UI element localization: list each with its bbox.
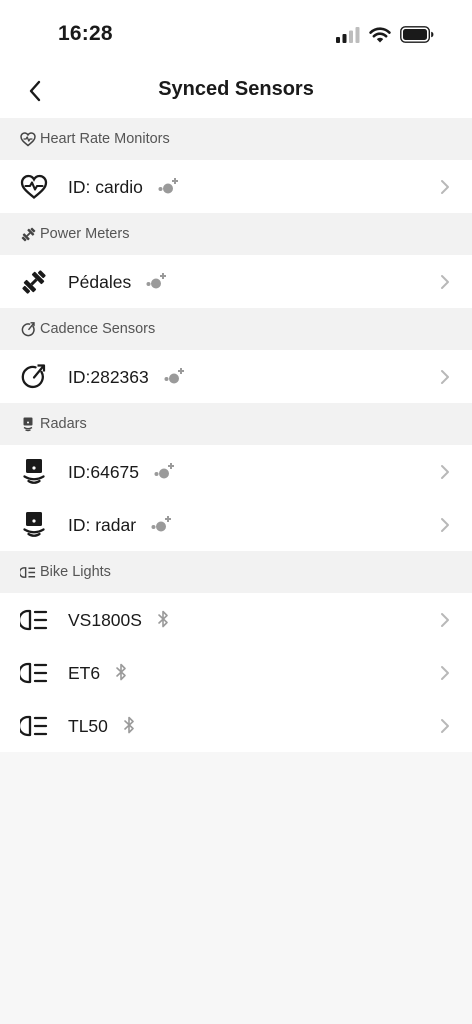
- heart-pulse-icon: [20, 131, 36, 147]
- sensor-name: ID:64675: [68, 462, 176, 483]
- sensor-name: ID:282363: [68, 367, 186, 388]
- chevron-right-icon: [441, 613, 449, 627]
- sensor-row-64675[interactable]: ID:64675: [0, 445, 472, 498]
- section-header-power-meters: Power Meters: [0, 213, 472, 255]
- sensor-row-pedales[interactable]: Pédales: [0, 255, 472, 308]
- wifi-icon: [369, 26, 391, 42]
- section-label: Radars: [40, 416, 87, 432]
- chevron-right-icon: [441, 180, 449, 194]
- sensor-name: Pédales: [68, 272, 168, 293]
- chevron-right-icon: [441, 666, 449, 680]
- bluetooth-icon: [116, 664, 126, 681]
- heart-pulse-icon: [20, 173, 48, 201]
- bluetooth-icon: [123, 717, 134, 734]
- ant-plus-icon: [158, 178, 178, 194]
- chevron-right-icon: [441, 518, 449, 532]
- bike-light-icon: [20, 712, 48, 740]
- radar-icon: [20, 416, 36, 432]
- sensor-row-cardio[interactable]: ID: cardio: [0, 160, 472, 213]
- cadence-icon: [20, 321, 36, 337]
- sensor-name: ET6: [68, 663, 127, 684]
- radar-icon: [20, 511, 48, 539]
- page-title: Synced Sensors: [158, 78, 314, 100]
- dumbbell-icon: [20, 268, 48, 296]
- section-header-bike-lights: Bike Lights: [0, 551, 472, 593]
- sensor-name: ID: radar: [68, 515, 173, 536]
- chevron-right-icon: [441, 465, 449, 479]
- nav-bar: Synced Sensors: [0, 64, 472, 118]
- status-time: 16:28: [58, 22, 113, 45]
- dumbbell-icon: [20, 226, 36, 242]
- section-header-heart-rate: Heart Rate Monitors: [0, 118, 472, 160]
- status-icons: [336, 26, 434, 43]
- section-header-cadence: Cadence Sensors: [0, 308, 472, 350]
- sensor-row-tl50[interactable]: TL50: [0, 699, 472, 752]
- bluetooth-icon: [158, 611, 168, 628]
- sensor-name: TL50: [68, 716, 135, 737]
- section-label: Heart Rate Monitors: [40, 131, 170, 147]
- chevron-right-icon: [441, 719, 449, 733]
- ant-plus-icon: [154, 463, 174, 479]
- sensor-name: VS1800S: [68, 610, 169, 631]
- ant-plus-icon: [164, 368, 184, 384]
- ant-plus-icon: [151, 516, 171, 532]
- section-header-radars: Radars: [0, 403, 472, 445]
- chevron-right-icon: [441, 370, 449, 384]
- status-bar: 16:28: [0, 0, 472, 64]
- ant-plus-icon: [146, 273, 167, 289]
- battery-icon: [400, 26, 434, 43]
- sensor-row-et6[interactable]: ET6: [0, 646, 472, 699]
- section-label: Bike Lights: [40, 564, 111, 580]
- bike-light-icon: [20, 659, 48, 687]
- section-label: Power Meters: [40, 226, 130, 242]
- section-label: Cadence Sensors: [40, 321, 156, 337]
- sensor-row-radar[interactable]: ID: radar: [0, 498, 472, 551]
- cellular-signal-icon: [336, 26, 360, 43]
- sensor-row-282363[interactable]: ID:282363: [0, 350, 472, 403]
- sensor-row-vs1800s[interactable]: VS1800S: [0, 593, 472, 646]
- radar-icon: [20, 458, 48, 486]
- sensor-name: ID: cardio: [68, 177, 180, 198]
- bike-light-icon: [20, 564, 36, 580]
- cadence-icon: [20, 363, 48, 391]
- sensor-list: Heart Rate Monitors ID: cardio Power Met…: [0, 118, 472, 752]
- bike-light-icon: [20, 606, 48, 634]
- chevron-right-icon: [441, 275, 449, 289]
